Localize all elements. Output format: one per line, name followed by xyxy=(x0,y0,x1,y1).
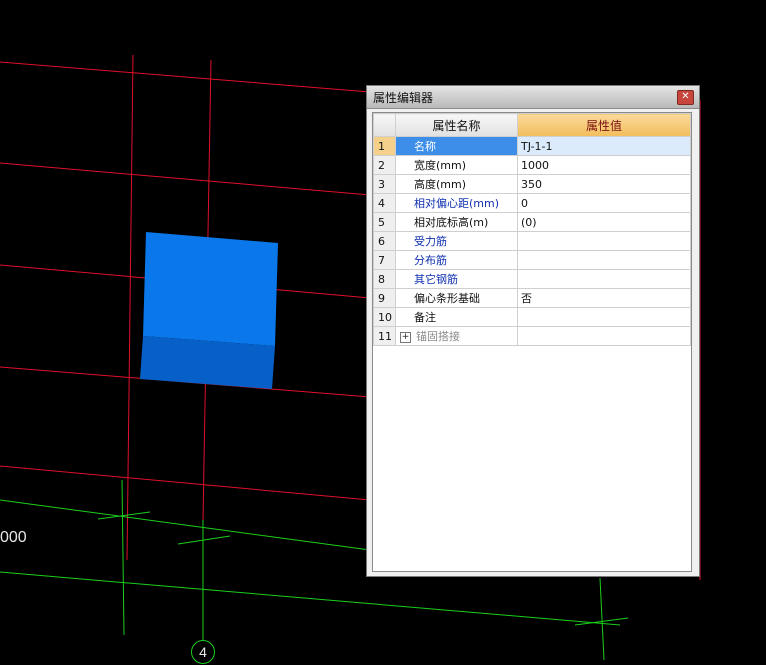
table-row[interactable]: 7 分布筋 xyxy=(373,250,691,270)
expand-icon[interactable]: + xyxy=(400,331,411,343)
grid-line xyxy=(0,465,371,501)
table-row[interactable]: 5 相对底标高(m) (0) xyxy=(373,212,691,232)
property-value[interactable]: 0 xyxy=(517,193,691,213)
property-value[interactable]: 1000 xyxy=(517,155,691,175)
property-value-header[interactable]: 属性值 xyxy=(517,113,691,137)
row-number: 2 xyxy=(373,155,396,175)
table-row[interactable]: 9 偏心条形基础 否 xyxy=(373,288,691,308)
property-name[interactable]: 分布筋 xyxy=(395,250,518,270)
property-value[interactable] xyxy=(517,269,691,289)
property-value[interactable] xyxy=(517,231,691,251)
property-value[interactable] xyxy=(517,250,691,270)
property-name[interactable]: 偏心条形基础 xyxy=(395,288,518,308)
dimension-tick xyxy=(177,535,231,545)
dimension-tick xyxy=(97,511,151,520)
table-row[interactable]: 10 备注 xyxy=(373,307,691,327)
title-bar[interactable]: 属性编辑器 ✕ xyxy=(367,86,699,109)
property-name: 锚固搭接 xyxy=(416,330,460,343)
property-name-header[interactable]: 属性名称 xyxy=(395,113,518,137)
dimension-label: 000 xyxy=(0,529,27,546)
dimension-line xyxy=(599,577,605,661)
property-name[interactable]: 相对偏心距(mm) xyxy=(395,193,518,213)
property-name[interactable]: 名称 xyxy=(395,136,518,156)
property-name[interactable]: 备注 xyxy=(395,307,518,327)
dimension-line xyxy=(0,571,621,626)
foundation-block[interactable] xyxy=(140,232,278,389)
row-number: 6 xyxy=(373,231,396,251)
dimension-line xyxy=(121,479,125,636)
row-number: 5 xyxy=(373,212,396,232)
property-name[interactable]: 相对底标高(m) xyxy=(395,212,518,232)
table-row[interactable]: 11 + 锚固搭接 xyxy=(373,326,691,346)
property-table: 属性名称 属性值 1 名称 TJ-1-1 2 宽度(mm) 1000 3 高度(… xyxy=(373,113,691,346)
row-number: 9 xyxy=(373,288,396,308)
property-value[interactable]: TJ-1-1 xyxy=(517,136,691,156)
axis-marker[interactable]: 4 xyxy=(191,640,215,664)
property-name[interactable]: 其它钢筋 xyxy=(395,269,518,289)
property-value[interactable] xyxy=(517,307,691,327)
table-row[interactable]: 1 名称 TJ-1-1 xyxy=(373,136,691,156)
table-row[interactable]: 3 高度(mm) 350 xyxy=(373,174,691,194)
property-editor-window[interactable]: 属性编辑器 ✕ 属性名称 属性值 1 名称 TJ-1-1 2 宽度(mm) 10… xyxy=(366,85,700,577)
row-number: 7 xyxy=(373,250,396,270)
row-number-header xyxy=(373,113,396,137)
block-top-face[interactable] xyxy=(143,232,278,346)
property-name[interactable]: 受力筋 xyxy=(395,231,518,251)
table-row[interactable]: 4 相对偏心距(mm) 0 xyxy=(373,193,691,213)
table-header: 属性名称 属性值 xyxy=(373,113,691,137)
close-icon[interactable]: ✕ xyxy=(677,90,694,105)
window-title: 属性编辑器 xyxy=(373,91,434,105)
table-row[interactable]: 2 宽度(mm) 1000 xyxy=(373,155,691,175)
property-group[interactable]: + 锚固搭接 xyxy=(395,326,518,346)
grid-line xyxy=(0,61,371,93)
grid-line xyxy=(0,162,371,196)
property-name[interactable]: 宽度(mm) xyxy=(395,155,518,175)
property-value[interactable]: 否 xyxy=(517,288,691,308)
row-number: 8 xyxy=(373,269,396,289)
property-name[interactable]: 高度(mm) xyxy=(395,174,518,194)
property-value[interactable]: 350 xyxy=(517,174,691,194)
row-number: 3 xyxy=(373,174,396,194)
row-number: 4 xyxy=(373,193,396,213)
table-row[interactable]: 8 其它钢筋 xyxy=(373,269,691,289)
row-number: 10 xyxy=(373,307,396,327)
grid-line xyxy=(126,54,134,561)
property-value[interactable] xyxy=(517,326,691,346)
table-row[interactable]: 6 受力筋 xyxy=(373,231,691,251)
row-number: 1 xyxy=(373,136,396,156)
property-grid[interactable]: 属性名称 属性值 1 名称 TJ-1-1 2 宽度(mm) 1000 3 高度(… xyxy=(372,112,692,572)
property-value[interactable]: (0) xyxy=(517,212,691,232)
row-number: 11 xyxy=(373,326,396,346)
